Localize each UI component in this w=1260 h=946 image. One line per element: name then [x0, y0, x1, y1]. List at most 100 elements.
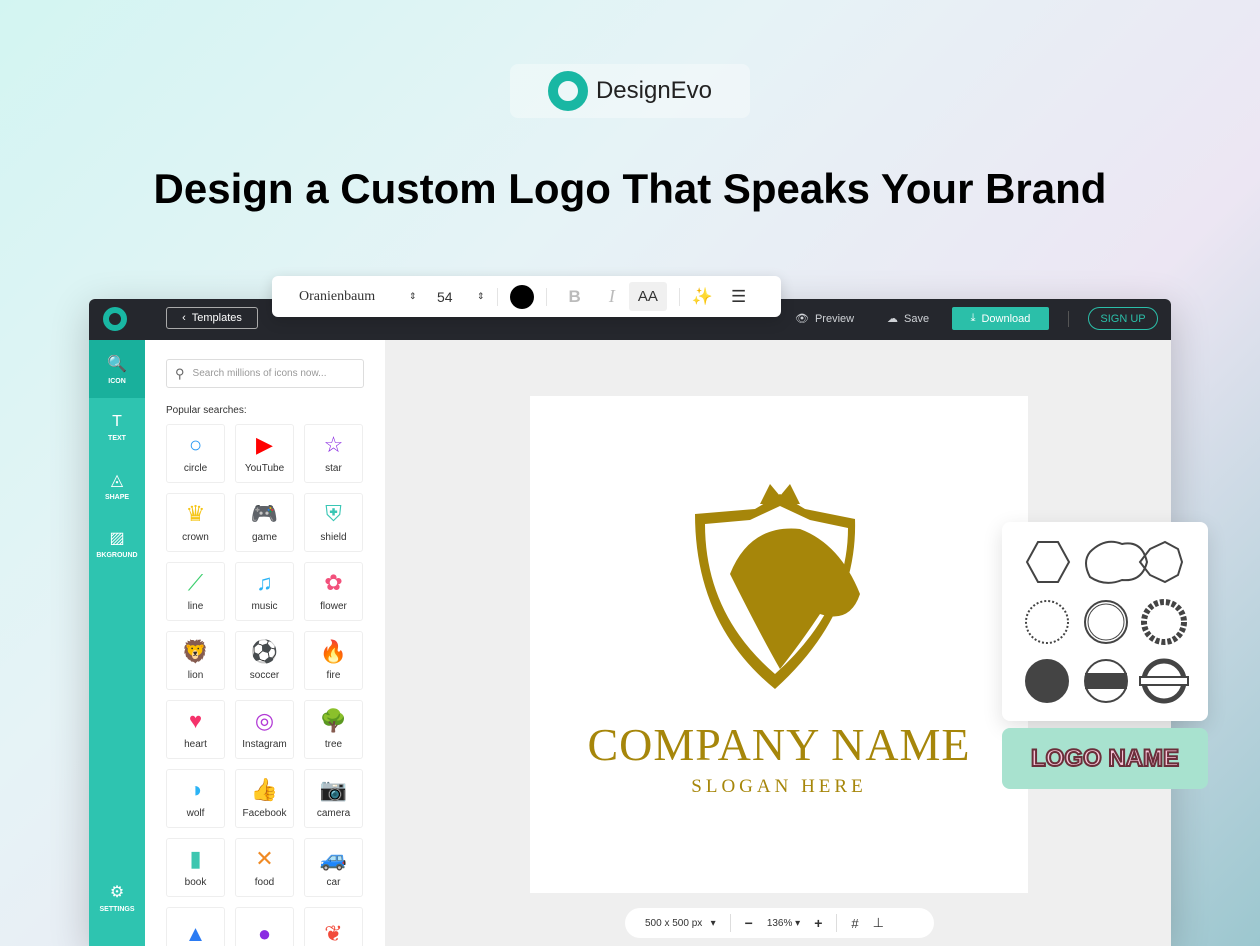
icon-tile-label: shield [320, 532, 347, 543]
color-swatch[interactable] [509, 284, 534, 309]
sidebar-item-background[interactable]: ▨ BKGROUND [89, 514, 145, 572]
grid-icon[interactable]: # [851, 916, 858, 931]
zoom-in-button[interactable]: + [814, 915, 822, 931]
icon-tile-label: lion [187, 670, 204, 681]
divider [496, 287, 498, 306]
app-logo-icon[interactable] [103, 307, 127, 331]
icon-tile-label: camera [316, 808, 351, 819]
slogan-text[interactable]: SLOGAN HERE [530, 776, 1028, 798]
item-icon: ● [257, 920, 272, 946]
divider [1068, 311, 1069, 327]
icon-tile-shield[interactable]: ⛨ shield [304, 493, 363, 552]
icon-tile-label: soccer [249, 670, 280, 681]
sidebar-item-icon[interactable]: 🔍 ICON [89, 340, 145, 398]
item-icon: ❦ [324, 920, 343, 946]
icon-tile-heart[interactable]: ♥ heart [166, 700, 225, 759]
icon-tile-instagram[interactable]: ◎ Instagram [235, 700, 294, 759]
icon-tile-tree[interactable]: 🌳 tree [304, 700, 363, 759]
icon-tile-lion[interactable]: 🦁 lion [166, 631, 225, 690]
book-icon: ▮ [189, 846, 202, 871]
icon-tile-camera[interactable]: 📷 camera [304, 769, 363, 828]
camera-icon: 📷 [319, 777, 348, 802]
icon-tile-star[interactable]: ☆ star [304, 424, 363, 483]
icon-tile-book[interactable]: ▮ book [166, 838, 225, 897]
text-icon: T [112, 412, 122, 430]
font-size-input[interactable]: 54 [437, 289, 477, 305]
icon-tile-line[interactable]: ⟋ line [166, 562, 225, 621]
icon-tile-flower[interactable]: ✿ flower [304, 562, 363, 621]
icon-tile-label: food [254, 877, 275, 888]
zoom-value: 136% [766, 917, 793, 929]
circle-icon: ○ [188, 432, 203, 457]
icon-tile-label: line [187, 601, 204, 612]
icon-tile-label: car [326, 877, 341, 888]
sidebar: 🔍 ICON T TEXT ◬ SHAPE ▨ BKGROUND ⚙ SETTINGS [89, 340, 145, 946]
divider [678, 287, 680, 306]
line-spacing-icon[interactable]: ☰ [731, 287, 746, 307]
brand-logo: DesignEvo [510, 64, 750, 118]
signup-button[interactable]: SIGN UP [1088, 307, 1158, 330]
icon-tile-item[interactable]: ❦ [304, 907, 363, 946]
lion-icon: 🦁 [181, 639, 210, 664]
icon-tile-game[interactable]: 🎮 game [235, 493, 294, 552]
save-button[interactable]: ☁ Save [887, 312, 929, 326]
icon-tile-food[interactable]: ✕ food [235, 838, 294, 897]
headline: Design a Custom Logo That Speaks Your Br… [153, 165, 1107, 212]
company-name-text[interactable]: COMPANY NAME [530, 718, 1028, 771]
icon-tile-crown[interactable]: ♛ crown [166, 493, 225, 552]
font-select[interactable]: Oranienbaum [299, 289, 409, 305]
sidebar-item-shape[interactable]: ◬ SHAPE [89, 456, 145, 514]
game-icon: 🎮 [250, 501, 279, 526]
icon-tile-car[interactable]: 🚙 car [304, 838, 363, 897]
instagram-icon: ◎ [254, 708, 275, 733]
logo-canvas[interactable]: COMPANY NAME SLOGAN HERE [530, 396, 1028, 893]
search-icon: 🔍 [107, 355, 127, 373]
fire-icon: 🔥 [319, 639, 348, 664]
icon-tile-music[interactable]: ♫ music [235, 562, 294, 621]
heart-icon: ♥ [188, 708, 203, 733]
icon-tile-youtube[interactable]: ▶ YouTube [235, 424, 294, 483]
icon-tile-label: Instagram [242, 739, 287, 750]
crown-icon: ♛ [185, 501, 206, 526]
case-button[interactable]: AA [628, 282, 667, 311]
preview-button[interactable]: 👁 Preview [795, 312, 854, 326]
divider [836, 914, 838, 932]
icon-tile-label: music [251, 601, 278, 612]
align-icon[interactable]: ⊥ [873, 915, 884, 931]
soccer-icon: ⚽ [250, 639, 279, 664]
templates-button[interactable]: ‹ Templates [166, 307, 258, 329]
icon-search-input[interactable]: ⚲ Search millions of icons now... [166, 359, 364, 388]
icon-tile-wolf[interactable]: ◑ wolf [166, 769, 225, 828]
sidebar-label: BKGROUND [96, 551, 138, 559]
line-icon: ⟋ [187, 570, 204, 595]
icon-tile-item[interactable]: ● [235, 907, 294, 946]
icon-tile-label: Facebook [242, 808, 287, 819]
search-icon: ⚲ [175, 365, 185, 381]
icon-tile-soccer[interactable]: ⚽ soccer [235, 631, 294, 690]
icon-tile-circle[interactable]: ○ circle [166, 424, 225, 483]
icon-tile-fire[interactable]: 🔥 fire [304, 631, 363, 690]
zoom-out-button[interactable]: − [745, 915, 753, 931]
bold-button[interactable]: B [569, 287, 581, 307]
download-button[interactable]: ⤓ Download [952, 307, 1049, 330]
search-placeholder: Search millions of icons now... [192, 368, 327, 379]
lion-shield-logo-icon [695, 484, 860, 689]
background-icon: ▨ [109, 529, 125, 547]
sidebar-item-settings[interactable]: ⚙ SETTINGS [89, 868, 145, 926]
zoom-select[interactable]: 136% ▾ [767, 918, 800, 929]
item-icon: ▲ [184, 920, 207, 946]
sidebar-item-text[interactable]: T TEXT [89, 398, 145, 456]
font-stepper-icon[interactable]: ⇕ [409, 291, 437, 302]
badge-shapes-icon [1025, 540, 1189, 704]
magic-wand-icon[interactable]: ✨ [692, 287, 713, 307]
italic-button[interactable]: I [609, 286, 615, 307]
flower-icon: ✿ [324, 570, 343, 595]
size-stepper-icon[interactable]: ⇕ [477, 291, 485, 302]
canvas-size-select[interactable]: 500 x 500 px ▾ [645, 918, 716, 929]
icon-tile-facebook[interactable]: 👍 Facebook [235, 769, 294, 828]
designevo-logo-icon [547, 71, 588, 111]
icon-tile-item[interactable]: ▲ [166, 907, 225, 946]
gear-icon: ⚙ [109, 883, 125, 901]
icon-panel: ⚲ Search millions of icons now... Popular… [145, 340, 385, 946]
popular-searches-label: Popular searches: [166, 405, 247, 416]
